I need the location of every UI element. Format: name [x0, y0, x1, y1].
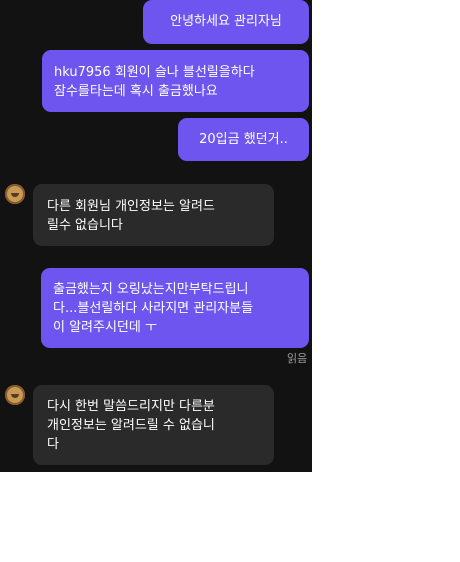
chat-panel: 안녕하세요 관리자님 hku7956 회원이 슬나 블선릴을하다 잠수를타는데 …: [0, 0, 312, 472]
sent-message: 20입금 했던거..: [178, 118, 309, 161]
sent-message: 안녕하세요 관리자님: [143, 0, 309, 44]
avatar-icon[interactable]: [5, 184, 25, 204]
avatar-icon[interactable]: [5, 385, 25, 405]
sent-message: hku7956 회원이 슬나 블선릴을하다 잠수를타는데 혹시 출금했나요: [42, 50, 309, 112]
received-message: 다른 회원님 개인정보는 알려드 릴수 없습니다: [33, 184, 274, 246]
received-message: 다시 한번 말씀드리지만 다른분 개인정보는 알려드릴 수 없습니 다: [33, 385, 274, 465]
read-receipt: 읽음: [287, 352, 308, 365]
sent-message: 출금했는지 오링났는지만부탁드립니 다...블선릴하다 사라지면 관리자분들 이…: [41, 268, 309, 348]
